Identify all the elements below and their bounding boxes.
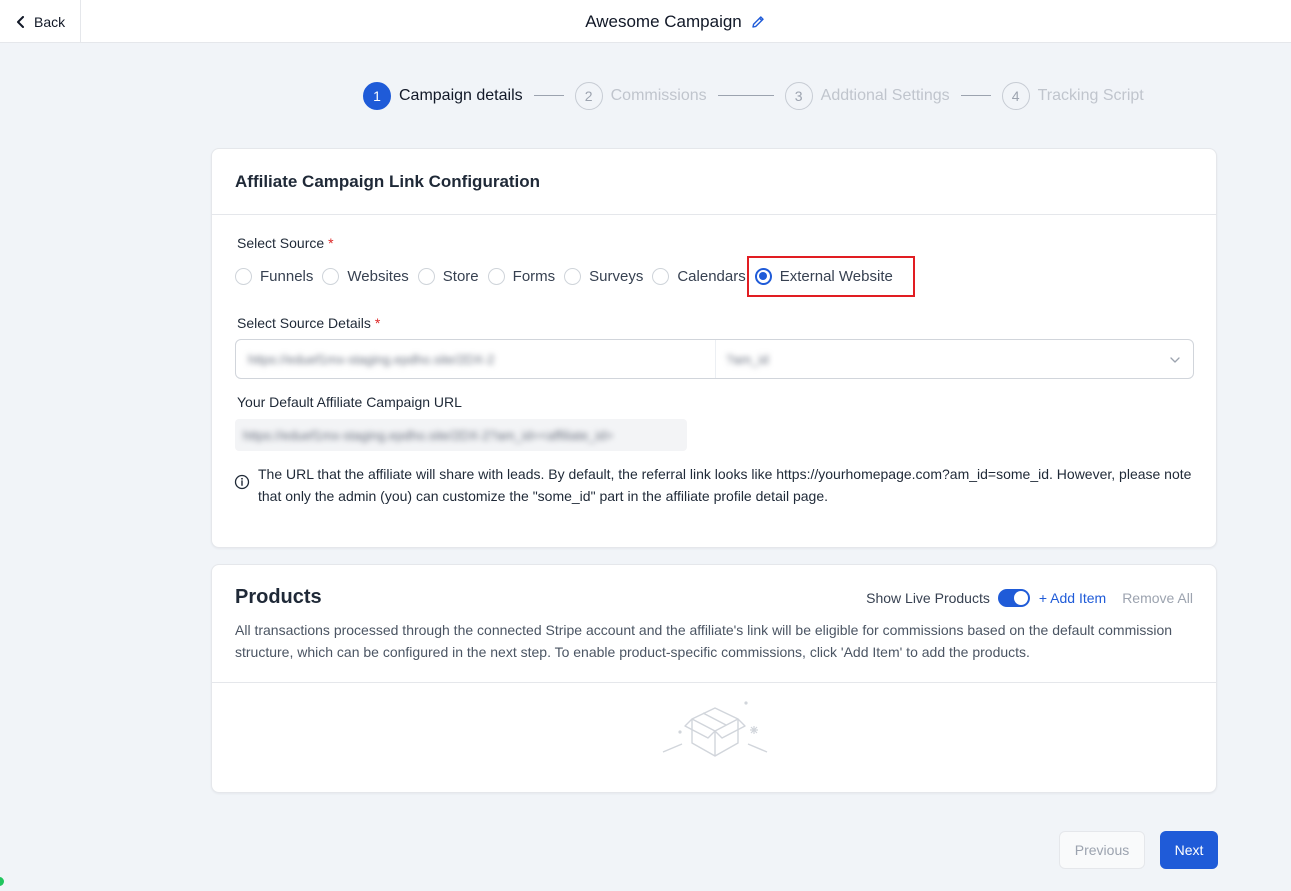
select-source-label: Select Source *: [237, 235, 334, 251]
remove-all-button[interactable]: Remove All: [1122, 590, 1193, 606]
divider: [212, 682, 1216, 683]
default-url-label: Your Default Affiliate Campaign URL: [237, 394, 462, 410]
radio-calendars[interactable]: Calendars: [652, 267, 746, 285]
required-asterisk: *: [374, 315, 381, 331]
select-source-label-text: Select Source: [237, 235, 325, 251]
next-button[interactable]: Next: [1160, 831, 1218, 869]
step-connector: [533, 95, 564, 96]
back-button[interactable]: Back: [0, 0, 81, 43]
radio-surveys[interactable]: Surveys: [564, 267, 644, 285]
source-param-segment[interactable]: ?am_id: [716, 340, 1193, 378]
radio-circle[interactable]: [487, 267, 505, 285]
title-wrap: Awesome Campaign: [0, 0, 1291, 43]
radio-circle[interactable]: [235, 267, 252, 285]
chevron-left-icon: [17, 15, 24, 28]
step-connector: [717, 95, 774, 96]
radio-circle[interactable]: [322, 267, 340, 285]
chevron-down-icon[interactable]: [1169, 354, 1181, 366]
products-heading: Products: [235, 586, 322, 608]
radio-circle[interactable]: [564, 267, 582, 285]
step-number: 4: [1001, 81, 1030, 110]
step-label: Addtional Settings: [820, 86, 950, 104]
top-bar: Back Awesome Campaign: [0, 0, 1291, 43]
step-label: Commissions: [610, 86, 707, 104]
default-url-field[interactable]: https://eduef1mx-staging.epdho.site/2DX-…: [235, 419, 687, 451]
empty-box-icon: [662, 701, 768, 757]
step-tracking-script[interactable]: 4 Tracking Script: [1001, 81, 1144, 110]
radio-label: Forms: [512, 267, 556, 285]
source-url-value: https://eduef1mx-staging.epdho.site/2DX-…: [248, 351, 495, 367]
info-text: The URL that the affiliate will share wi…: [258, 466, 1192, 504]
link-config-card: Affiliate Campaign Link Configuration Se…: [211, 148, 1217, 548]
previous-button[interactable]: Previous: [1059, 831, 1145, 869]
step-number: 2: [574, 81, 603, 110]
highlight-box: [747, 256, 915, 297]
source-param-value: ?am_id: [726, 351, 769, 367]
radio-label: Websites: [347, 267, 409, 285]
step-commissions[interactable]: 2 Commissions: [574, 81, 707, 110]
products-actions: Show Live Products + Add Item Remove All: [866, 589, 1193, 607]
radio-circle[interactable]: [652, 267, 670, 285]
source-details-label-text: Select Source Details: [237, 315, 371, 331]
radio-forms[interactable]: Forms: [487, 267, 556, 285]
back-label: Back: [34, 13, 66, 30]
show-live-toggle[interactable]: [997, 589, 1030, 607]
step-campaign-details[interactable]: 1 Campaign details: [363, 81, 523, 110]
radio-circle[interactable]: [417, 267, 435, 285]
pencil-icon[interactable]: [750, 14, 766, 30]
source-details-label: Select Source Details *: [237, 315, 380, 331]
radio-label: Calendars: [677, 267, 746, 285]
add-item-button[interactable]: + Add Item: [1039, 590, 1106, 606]
radio-funnels[interactable]: Funnels: [235, 267, 314, 285]
required-asterisk: *: [328, 235, 334, 251]
info-icon: [234, 474, 250, 490]
info-note: The URL that the affiliate will share wi…: [234, 463, 1196, 507]
source-url-segment[interactable]: https://eduef1mx-staging.epdho.site/2DX-…: [236, 340, 716, 378]
step-label: Campaign details: [399, 86, 523, 104]
status-dot: [0, 877, 4, 886]
radio-store[interactable]: Store: [417, 267, 479, 285]
default-url-value: https://eduef1mx-staging.epdho.site/2DX-…: [243, 427, 614, 443]
products-description: All transactions processed through the c…: [235, 622, 1173, 660]
source-details-select[interactable]: https://eduef1mx-staging.epdho.site/2DX-…: [235, 339, 1194, 379]
products-card: Products Show Live Products + Add Item R…: [211, 564, 1217, 793]
stepper: 1 Campaign details 2 Commissions 3 Addti…: [363, 81, 1144, 110]
step-additional-settings[interactable]: 3 Addtional Settings: [784, 81, 950, 110]
show-live-label: Show Live Products: [866, 590, 990, 606]
radio-label: Funnels: [260, 267, 314, 285]
radio-label: Store: [442, 267, 479, 285]
step-number: 1: [363, 81, 391, 110]
step-label: Tracking Script: [1037, 86, 1144, 104]
radio-websites[interactable]: Websites: [322, 267, 409, 285]
page-title: Awesome Campaign: [585, 11, 742, 31]
radio-label: Surveys: [589, 267, 644, 285]
step-connector: [960, 95, 991, 96]
step-number: 3: [784, 81, 813, 110]
link-config-heading: Affiliate Campaign Link Configuration: [212, 149, 1216, 215]
